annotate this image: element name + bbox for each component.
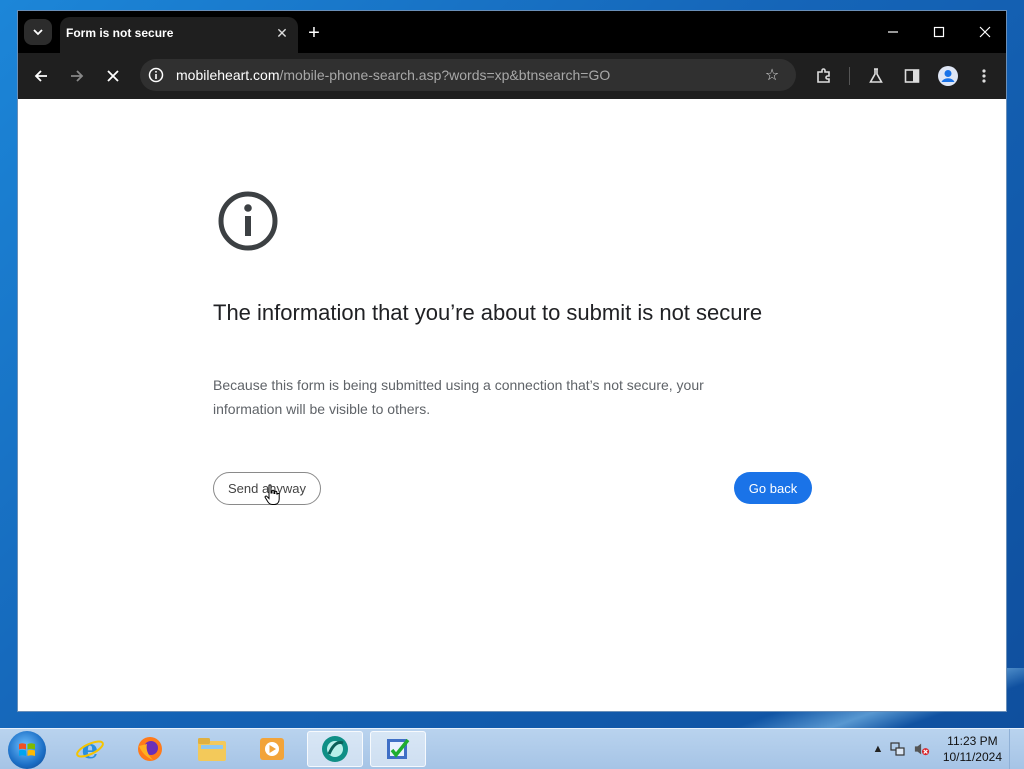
show-hidden-icons-button[interactable]: ▲ [870, 741, 886, 757]
tab-active[interactable]: Form is not secure ✕ [60, 17, 298, 53]
labs-button[interactable] [864, 64, 888, 88]
menu-button[interactable] [972, 64, 996, 88]
maximize-icon [933, 26, 945, 38]
close-icon [979, 26, 991, 38]
network-icon[interactable] [890, 741, 906, 757]
start-button[interactable] [8, 731, 46, 769]
windows-logo-icon [19, 743, 35, 756]
volume-muted-icon[interactable] [914, 741, 930, 757]
page-content: The information that you’re about to sub… [18, 99, 1006, 711]
browser-toolbar: mobileheart.com/mobile-phone-search.asp?… [18, 53, 1006, 99]
minimize-button[interactable] [870, 19, 916, 45]
side-panel-icon [904, 69, 920, 83]
info-icon [218, 191, 278, 251]
folder-icon [198, 738, 226, 761]
back-button[interactable] [27, 62, 55, 90]
chevron-down-icon [33, 29, 43, 36]
taskbar-file-explorer[interactable] [184, 731, 240, 767]
browser-app-icon [322, 736, 348, 762]
arrow-left-icon [34, 70, 47, 82]
bookmark-star-icon[interactable]: ☆ [762, 65, 782, 85]
new-tab-button[interactable]: + [302, 21, 326, 45]
firefox-icon [138, 737, 162, 761]
browser-window: Form is not secure ✕ + mobileheart.com/m… [17, 10, 1007, 712]
forward-button[interactable] [63, 62, 91, 90]
puzzle-icon [817, 68, 830, 83]
hand-cursor-icon [264, 484, 280, 505]
side-panel-button[interactable] [900, 64, 924, 88]
tab-strip: Form is not secure ✕ + [18, 11, 1006, 53]
maximize-button[interactable] [916, 19, 962, 45]
svg-text:e: e [82, 735, 99, 764]
url-path: /mobile-phone-search.asp?words=xp&btnsea… [279, 67, 611, 83]
profile-button[interactable] [936, 64, 960, 88]
page-description: Because this form is being submitted usi… [213, 377, 704, 417]
taskbar-internet-explorer[interactable]: e [62, 731, 118, 767]
page-title: The information that you’re about to sub… [213, 300, 763, 325]
flask-icon [869, 68, 883, 83]
site-info-icon[interactable] [148, 67, 164, 83]
checklist-app-icon [387, 738, 410, 759]
close-icon [107, 70, 119, 82]
avatar-icon [938, 66, 958, 86]
clock-time: 11:23 PM [947, 734, 998, 748]
address-bar-url[interactable]: mobileheart.com/mobile-phone-search.asp?… [176, 67, 610, 83]
speaker-muted-icon [914, 743, 930, 756]
taskbar: e ▲ 11:23 PM 10/11/2024 [0, 728, 1024, 769]
show-desktop-button[interactable] [1009, 729, 1024, 769]
taskbar-task-app[interactable] [370, 731, 426, 767]
more-vert-icon [982, 69, 986, 83]
arrow-right-icon [71, 70, 84, 82]
taskbar-firefox[interactable] [122, 731, 178, 767]
toolbar-separator [849, 67, 850, 85]
extensions-button[interactable] [812, 64, 836, 88]
internet-explorer-icon: e [76, 735, 104, 764]
network-tray-icon [890, 742, 905, 756]
url-host: mobileheart.com [176, 67, 280, 83]
address-bar[interactable]: mobileheart.com/mobile-phone-search.asp?… [140, 59, 796, 91]
minimize-icon [888, 31, 898, 33]
go-back-button[interactable]: Go back [734, 472, 812, 504]
media-player-icon [260, 738, 284, 760]
system-clock[interactable]: 11:23 PM 10/11/2024 [943, 733, 1002, 765]
taskbar-browser-active[interactable] [307, 731, 363, 767]
close-window-button[interactable] [962, 19, 1008, 45]
tab-close-icon[interactable]: ✕ [272, 23, 292, 43]
taskbar-media-player[interactable] [244, 731, 300, 767]
stop-loading-button[interactable] [99, 62, 127, 90]
clock-date: 10/11/2024 [942, 750, 1002, 764]
tab-title: Form is not secure [66, 26, 174, 40]
tab-search-button[interactable] [24, 19, 52, 45]
